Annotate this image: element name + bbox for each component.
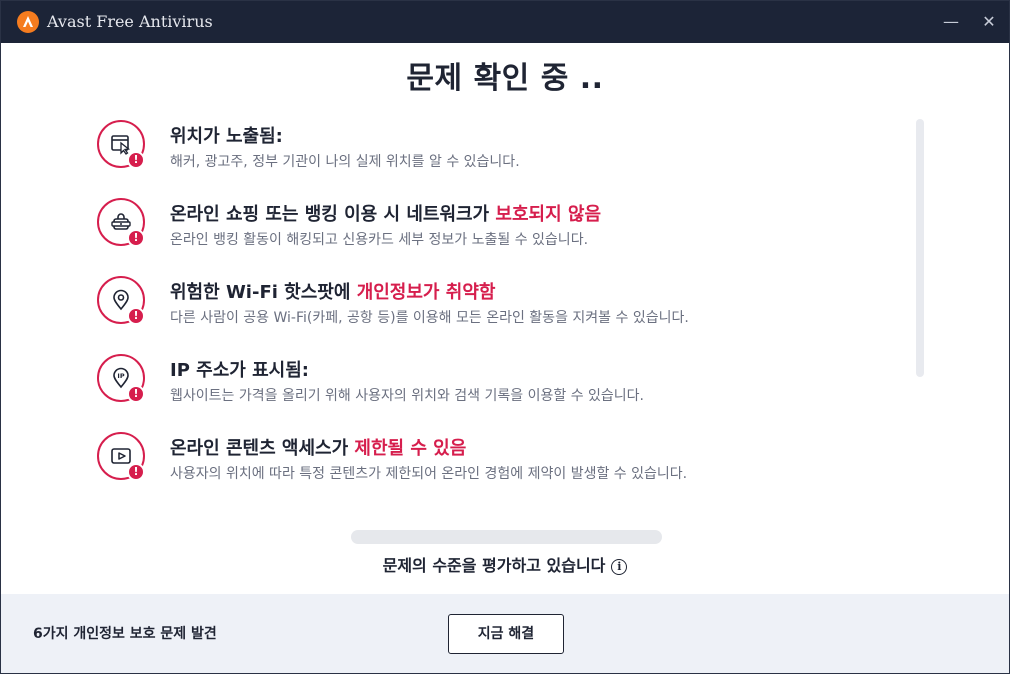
minimize-button[interactable]: — [936, 9, 966, 35]
issue-item-location-exposed: ! 위치가 노출됨: 해커, 광고주, 정부 기관이 나의 실제 위치를 알 수… [97, 120, 897, 176]
warning-badge-icon: ! [127, 229, 145, 247]
issue-description: 사용자의 위치에 따라 특정 콘텐츠가 제한되어 온라인 경험에 제약이 발생할… [170, 466, 688, 482]
title-bar: Avast Free Antivirus — ✕ [1, 1, 1009, 43]
issue-title: 위험한 Wi-Fi 핫스팟에 개인정보가 취약함 [170, 282, 496, 303]
progress-status: 문제의 수준을 평가하고 있습니다 i [1, 552, 1009, 576]
info-icon[interactable]: i [611, 558, 628, 575]
scan-progress-bar [351, 530, 662, 544]
issue-description: 다른 사람이 공용 Wi-Fi(카페, 공항 등)를 이용해 모든 온라인 활동… [170, 310, 689, 326]
issue-description: 웹사이트는 가격을 올리기 위해 사용자의 위치와 검색 기록을 이용할 수 있… [170, 388, 644, 404]
issue-description: 온라인 뱅킹 활동이 해킹되고 신용카드 세부 정보가 노출될 수 있습니다. [170, 232, 589, 248]
warning-badge-icon: ! [127, 463, 145, 481]
issue-item-network-unprotected: ! 온라인 쇼핑 또는 뱅킹 이용 시 네트워크가 보호되지 않음 온라인 뱅킹… [97, 198, 897, 254]
issue-description: 해커, 광고주, 정부 기관이 나의 실제 위치를 알 수 있습니다. [170, 154, 520, 170]
warning-badge-icon: ! [127, 385, 145, 403]
issue-item-ip-visible: IP ! IP 주소가 표시됨: 웹사이트는 가격을 올리기 위해 사용자의 위… [97, 354, 897, 410]
issue-title: 온라인 쇼핑 또는 뱅킹 이용 시 네트워크가 보호되지 않음 [170, 204, 602, 225]
issue-item-wifi-hotspot: ! 위험한 Wi-Fi 핫스팟에 개인정보가 취약함 다른 사람이 공용 Wi-… [97, 276, 897, 332]
issue-title: IP 주소가 표시됨: [170, 360, 309, 381]
close-button[interactable]: ✕ [974, 9, 1004, 35]
list-scrollbar[interactable] [916, 119, 924, 377]
warning-badge-icon: ! [127, 307, 145, 325]
avast-logo-icon [17, 11, 39, 33]
warning-badge-icon: ! [127, 151, 145, 169]
footer-bar: 6가지 개인정보 보호 문제 발견 지금 해결 [1, 594, 1009, 673]
issue-title: 위치가 노출됨: [170, 126, 283, 147]
issues-found-summary: 6가지 개인정보 보호 문제 발견 [33, 626, 217, 642]
issue-title: 온라인 콘텐츠 액세스가 제한될 수 있음 [170, 438, 467, 459]
issue-item-content-restricted: ! 온라인 콘텐츠 액세스가 제한될 수 있음 사용자의 위치에 따라 특정 콘… [97, 432, 897, 488]
page-title: 문제 확인 중 .. [406, 61, 604, 96]
fix-now-button[interactable]: 지금 해결 [448, 614, 564, 654]
window-title: Avast Free Antivirus [47, 12, 213, 31]
app-window: Avast Free Antivirus — ✕ 문제 확인 중 .. ! 위치… [0, 0, 1010, 674]
svg-text:IP: IP [117, 372, 124, 380]
